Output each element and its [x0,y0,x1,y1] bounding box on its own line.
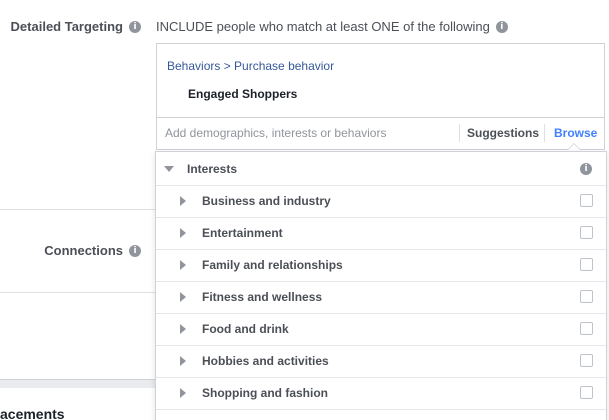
caret-down-icon[interactable] [164,166,174,172]
detailed-targeting-label-row: Detailed Targeting i [11,19,141,34]
caret-right-icon[interactable] [180,260,186,270]
connections-label-row: Connections i [44,243,141,258]
category-label: Hobbies and activities [202,354,329,368]
caret-right-icon[interactable] [180,324,186,334]
caret-right-icon[interactable] [180,196,186,206]
category-label: Entertainment [202,226,283,240]
info-icon[interactable]: i [129,20,141,33]
category-checkbox[interactable] [580,290,593,303]
suggestions-button[interactable]: Suggestions [459,124,539,142]
placements-heading: acements [0,406,65,420]
category-checkbox[interactable] [580,386,593,399]
targeting-breadcrumb[interactable]: Behaviors > Purchase behavior [167,59,334,73]
dropdown-pointer [567,143,581,150]
ad-set-targeting-section: Detailed Targeting i Connections i aceme… [0,0,609,420]
category-checkbox[interactable] [580,258,593,271]
targeting-search-row: Suggestions Browse [156,117,605,150]
category-checkbox[interactable] [580,322,593,335]
caret-right-icon[interactable] [180,388,186,398]
category-checkbox[interactable] [580,194,593,207]
browse-button[interactable]: Browse [544,124,597,142]
include-text: INCLUDE people who match at least ONE of… [156,19,490,34]
interests-category-title: Interests [187,162,238,176]
section-divider [0,209,156,210]
detailed-targeting-label: Detailed Targeting [10,19,123,34]
category-label: Family and relationships [202,258,343,272]
interests-category-header[interactable]: Interests i [156,152,606,186]
caret-right-icon[interactable] [180,228,186,238]
category-row[interactable]: Food and drink [156,314,606,346]
include-line: INCLUDE people who match at least ONE of… [156,19,508,34]
caret-right-icon[interactable] [180,292,186,302]
category-row[interactable]: Business and industry [156,186,606,218]
category-row[interactable]: Family and relationships [156,250,606,282]
category-label: Fitness and wellness [202,290,323,304]
category-row[interactable]: Shopping and fashion [156,378,606,410]
info-icon[interactable]: i [580,163,592,175]
category-checkbox[interactable] [580,226,593,239]
info-icon[interactable]: i [129,244,141,257]
category-row[interactable]: Hobbies and activities [156,346,606,378]
targeting-selection-box: Behaviors > Purchase behavior Engaged Sh… [156,43,605,118]
section-divider [0,292,156,293]
category-label: Business and industry [202,194,331,208]
caret-right-icon[interactable] [180,356,186,366]
targeting-search-input[interactable] [165,125,450,141]
category-label: Food and drink [202,322,289,336]
category-label: Shopping and fashion [202,386,328,400]
info-icon[interactable]: i [495,20,508,33]
category-checkbox[interactable] [580,354,593,367]
category-row[interactable]: Fitness and wellness [156,282,606,314]
connections-label: Connections [44,243,123,258]
selected-targeting-item[interactable]: Engaged Shoppers [188,87,297,101]
category-row[interactable]: Entertainment [156,218,606,250]
browse-dropdown: Interests i Business and industry Entert… [155,151,607,420]
section-separator [0,379,160,388]
